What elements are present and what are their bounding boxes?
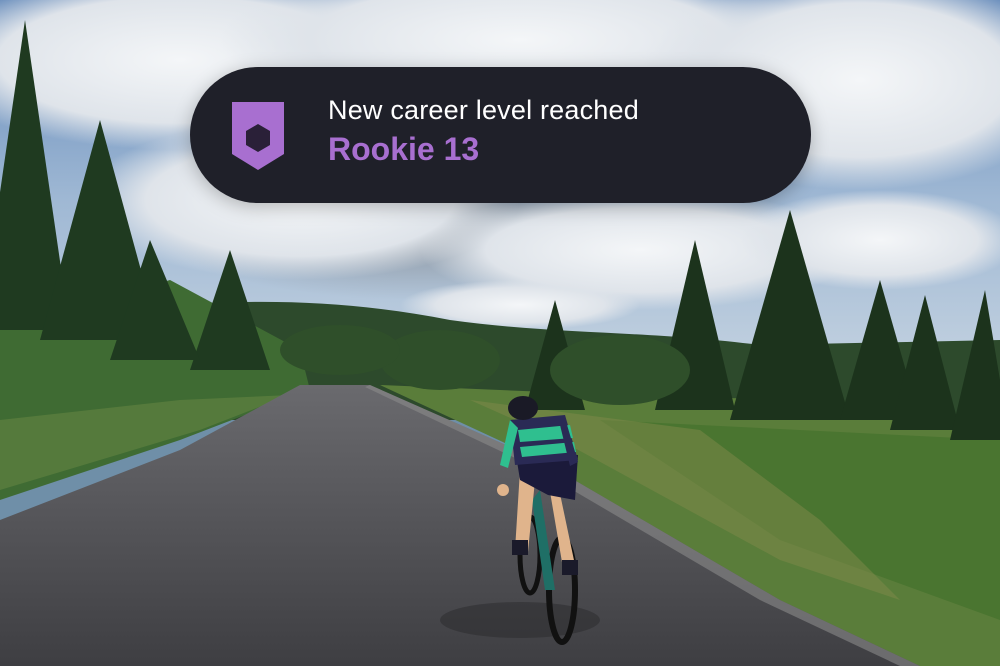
- career-level-notification: New career level reached Rookie 13: [190, 67, 811, 203]
- career-level-badge-icon: [232, 102, 284, 170]
- career-level-label: Rookie 13: [328, 131, 480, 167]
- notification-title: New career level reached: [328, 95, 639, 125]
- game-viewport: New career level reached Rookie 13: [0, 0, 1000, 666]
